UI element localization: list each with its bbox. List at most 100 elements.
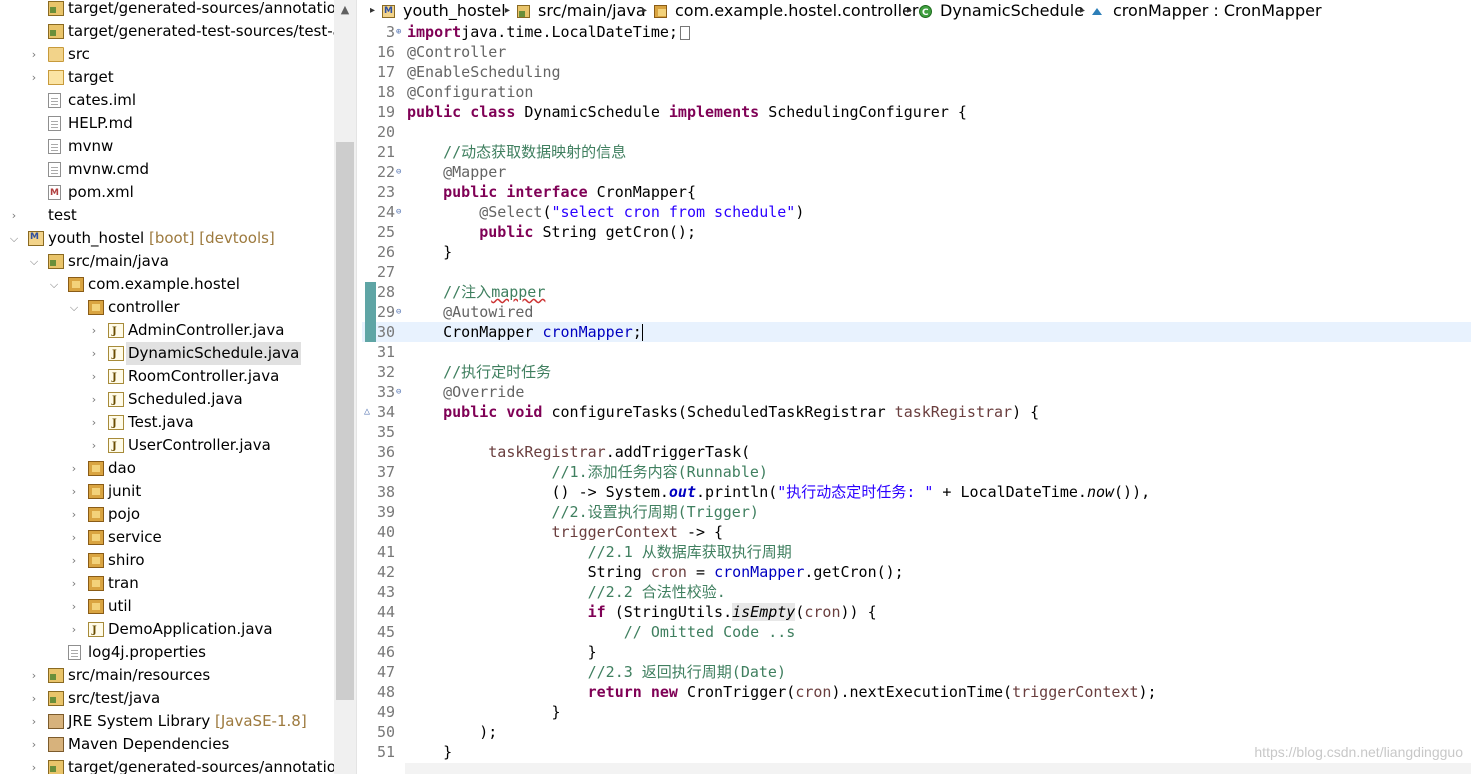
tree-item[interactable]: › JRE System Library [JavaSE-1.8] (0, 710, 334, 733)
expand-chevron-icon[interactable]: › (88, 411, 100, 434)
breadcrumb-separator-icon[interactable]: ▸ (1080, 0, 1085, 22)
tree-item[interactable]: › junit (0, 480, 334, 503)
expand-chevron-icon[interactable]: › (68, 549, 80, 572)
code-line[interactable]: 35 (362, 422, 1471, 442)
code-line[interactable]: 46 } (362, 642, 1471, 662)
code-line[interactable]: 32 //执行定时任务 (362, 362, 1471, 382)
tree-item[interactable]: › DynamicSchedule.java (0, 342, 334, 366)
tree-item[interactable]: ⌵ controller (0, 296, 334, 319)
code-line[interactable]: 50 ); (362, 722, 1471, 742)
tree-item[interactable]: › AdminController.java (0, 319, 334, 343)
code-line[interactable]: 21 //动态获取数据映射的信息 (362, 142, 1471, 162)
expand-chevron-icon[interactable]: › (68, 618, 80, 641)
tree-item[interactable]: › test (0, 204, 334, 227)
tree-item[interactable]: ⌵ src/main/java (0, 250, 334, 273)
tree-item[interactable]: target/generated-sources/annotations (0, 0, 353, 20)
explorer-vertical-scrollbar[interactable]: ▲ (334, 0, 356, 774)
code-line[interactable]: 19 public class DynamicSchedule implement… (362, 102, 1471, 122)
tree-item[interactable]: › UserController.java (0, 434, 334, 458)
code-line[interactable]: 49 } (362, 702, 1471, 722)
expand-chevron-icon[interactable]: › (28, 756, 40, 774)
breadcrumb-item[interactable]: cronMapper : CronMapper (1113, 0, 1322, 22)
tree-item[interactable]: HELP.md (0, 112, 334, 135)
code-line[interactable]: 38 () -> System.out.println("执行动态定时任务: "… (362, 482, 1471, 502)
editor-horizontal-scrollbar[interactable] (405, 763, 1471, 774)
expand-chevron-icon[interactable]: › (68, 595, 80, 618)
folded-imports-indicator-icon[interactable] (679, 25, 690, 40)
code-line[interactable]: 33 ⊖ @Override (362, 382, 1471, 402)
expand-chevron-icon[interactable]: › (88, 388, 100, 411)
breadcrumb-separator-icon[interactable]: ▸ (505, 0, 510, 22)
expand-chevron-icon[interactable]: › (88, 342, 100, 365)
tree-item[interactable]: › dao (0, 457, 334, 480)
tree-item[interactable]: › pojo (0, 503, 334, 526)
code-line[interactable]: 36 taskRegistrar.addTriggerTask( (362, 442, 1471, 462)
code-area[interactable]: 3 ⊕ importjava.time.LocalDateTime; 16 @Contr… (362, 22, 1471, 774)
breadcrumb-item[interactable]: src/main/java (538, 0, 646, 22)
collapse-fold-icon[interactable]: ⊖ (396, 302, 406, 322)
tree-item[interactable]: › target (0, 66, 334, 89)
code-line[interactable]: 20 (362, 122, 1471, 142)
expand-chevron-icon[interactable]: › (88, 434, 100, 457)
code-line[interactable]: 24 ⊖ @Select("select cron from schedule") (362, 202, 1471, 222)
tree-item[interactable]: › util (0, 595, 334, 618)
tree-item[interactable]: › src/test/java (0, 687, 334, 710)
tree-item[interactable]: › tran (0, 572, 334, 595)
expand-chevron-icon[interactable]: › (68, 480, 80, 503)
tree-item[interactable]: › Maven Dependencies (0, 733, 334, 756)
tree-item[interactable]: pom.xml (0, 181, 334, 205)
code-line[interactable]: 18 @Configuration (362, 82, 1471, 102)
java-editor[interactable]: ▸youth_hostel▸src/main/java▸com.example.… (362, 0, 1471, 774)
expand-chevron-icon[interactable]: › (28, 664, 40, 687)
code-line[interactable]: 43 //2.2 合法性校验. (362, 582, 1471, 602)
breadcrumb-separator-icon[interactable]: ▸ (370, 0, 375, 22)
collapse-chevron-icon[interactable]: ⌵ (28, 250, 40, 273)
expand-chevron-icon[interactable]: › (88, 319, 100, 342)
breadcrumb-item[interactable]: DynamicSchedule (940, 0, 1084, 22)
tree-item[interactable]: target/generated-test-sources/test-annot… (0, 20, 356, 43)
collapse-fold-icon[interactable]: ⊖ (396, 202, 406, 222)
code-line[interactable]: 47 //2.3 返回执行周期(Date) (362, 662, 1471, 682)
expand-chevron-icon[interactable]: › (28, 710, 40, 733)
tree-item[interactable]: ⌵ com.example.hostel (0, 273, 334, 296)
expand-chevron-icon[interactable]: › (28, 733, 40, 756)
collapse-fold-icon[interactable]: ⊖ (396, 382, 406, 402)
tree-item[interactable]: › shiro (0, 549, 334, 572)
code-line[interactable]: 29 ⊖ @Autowired (362, 302, 1471, 322)
expand-chevron-icon[interactable]: › (68, 572, 80, 595)
tree-item[interactable]: › Scheduled.java (0, 388, 334, 412)
code-line[interactable]: 23 public interface CronMapper{ (362, 182, 1471, 202)
breadcrumb-separator-icon[interactable]: ▸ (907, 0, 912, 22)
scrollbar-thumb[interactable] (336, 142, 354, 700)
code-line[interactable]: 39 //2.设置执行周期(Trigger) (362, 502, 1471, 522)
tree-item[interactable]: log4j.properties (0, 641, 334, 664)
collapse-chevron-icon[interactable]: ⌵ (68, 296, 80, 319)
code-line[interactable]: 40 triggerContext -> { (362, 522, 1471, 542)
code-line[interactable]: 48 return new CronTrigger(cron).nextExec… (362, 682, 1471, 702)
collapse-chevron-icon[interactable]: ⌵ (48, 273, 60, 296)
tree-item[interactable]: › DemoApplication.java (0, 618, 334, 642)
code-line[interactable]: 16 @Controller (362, 42, 1471, 62)
expand-chevron-icon[interactable]: › (88, 365, 100, 388)
code-line[interactable]: 30 CronMapper cronMapper; (362, 322, 1471, 342)
expand-chevron-icon[interactable]: › (8, 204, 20, 227)
tree-item[interactable]: mvnw (0, 135, 334, 158)
expand-chevron-icon[interactable]: › (68, 457, 80, 480)
code-line[interactable]: 3 ⊕ importjava.time.LocalDateTime; (362, 22, 1471, 42)
code-line[interactable]: 45 // Omitted Code ..s (362, 622, 1471, 642)
code-line[interactable]: 41 //2.1 从数据库获取执行周期 (362, 542, 1471, 562)
tree-item[interactable]: › RoomController.java (0, 365, 334, 389)
tree-item[interactable]: › service (0, 526, 334, 549)
code-line[interactable]: 27 (362, 262, 1471, 282)
tree-item[interactable]: ⌵ youth_hostel [boot] [devtools] (0, 226, 334, 250)
breadcrumb-item[interactable]: youth_hostel (403, 0, 506, 22)
collapse-fold-icon[interactable]: ⊖ (396, 162, 406, 182)
tree-item[interactable]: › src (0, 43, 334, 66)
tree-item[interactable]: mvnw.cmd (0, 158, 334, 181)
code-line[interactable]: 42 String cron = cronMapper.getCron(); (362, 562, 1471, 582)
tree-item[interactable]: › Test.java (0, 411, 334, 435)
code-line[interactable]: 37 //1.添加任务内容(Runnable) (362, 462, 1471, 482)
breadcrumb-separator-icon[interactable]: ▸ (642, 0, 647, 22)
code-line[interactable]: 28 //注入mapper (362, 282, 1471, 302)
expand-chevron-icon[interactable]: › (28, 66, 40, 89)
